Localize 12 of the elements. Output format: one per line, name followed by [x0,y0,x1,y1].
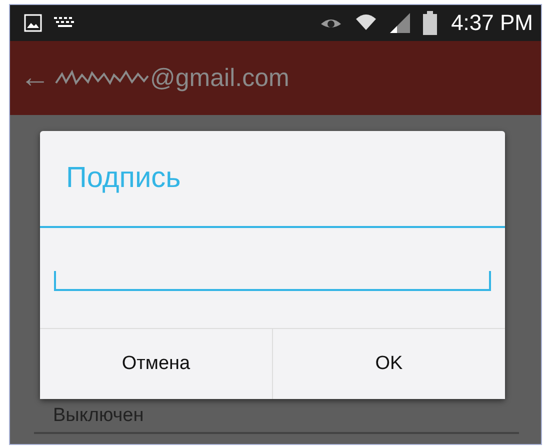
account-email: @gmail.com [150,64,290,92]
image-icon [24,14,42,32]
setting-value: Выключен [52,405,145,427]
status-time: 4:37 PM [451,10,533,36]
back-button[interactable]: ← [20,63,50,93]
keyboard-icon [54,17,76,29]
dialog-title: Подпись [40,131,505,228]
signal-icon [389,12,412,34]
cancel-button[interactable]: Отмена [40,329,273,399]
ok-button[interactable]: OK [273,329,505,399]
battery-icon [423,11,438,35]
signature-input[interactable] [54,271,491,291]
